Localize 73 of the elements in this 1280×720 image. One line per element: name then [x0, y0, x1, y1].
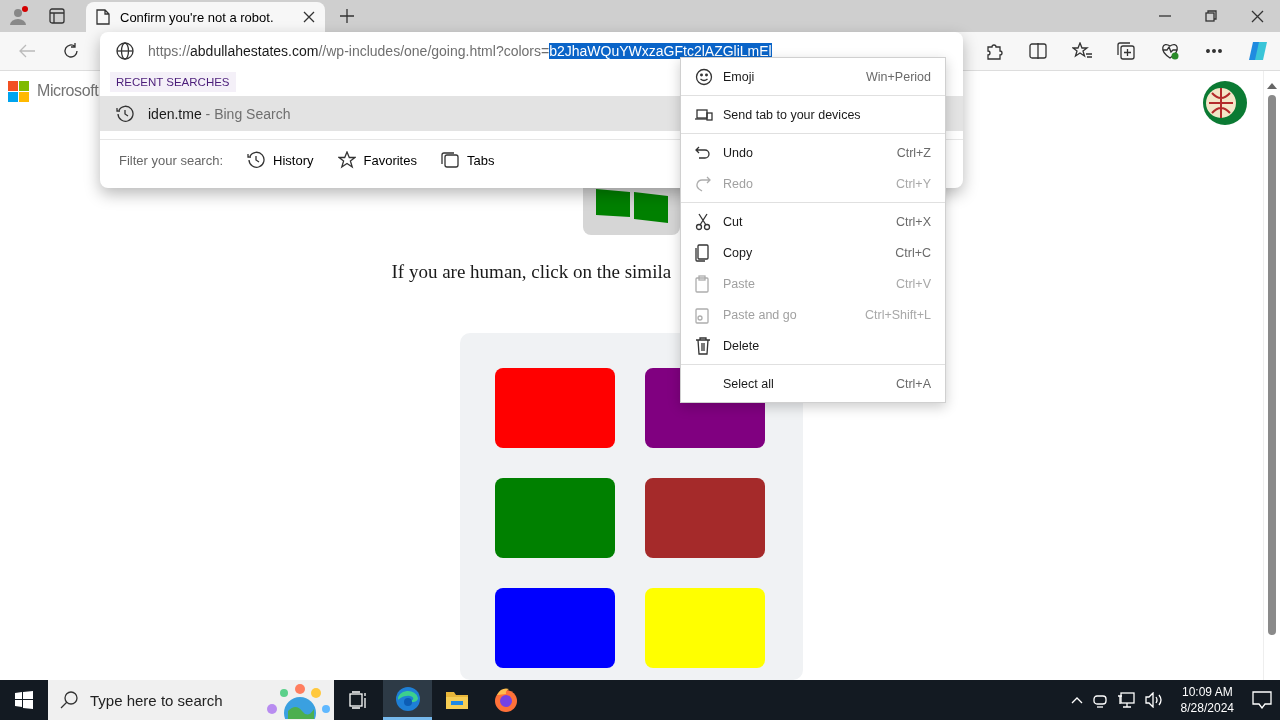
more-icon [1206, 49, 1222, 53]
puzzle-icon [985, 42, 1003, 60]
heart-pulse-icon [1160, 42, 1180, 60]
webcam-icon [1092, 692, 1107, 708]
copilot-icon[interactable] [1247, 40, 1269, 62]
globe-icon [116, 42, 134, 60]
star-list-icon [1072, 42, 1092, 60]
restore-icon [1205, 10, 1217, 22]
network-icon [1116, 692, 1135, 708]
history-icon [116, 104, 134, 123]
folder-icon [444, 689, 469, 711]
windows-logo-icon [595, 189, 668, 223]
trash-icon [695, 336, 711, 355]
close-icon [303, 11, 315, 23]
filter-chip[interactable]: History [247, 151, 314, 169]
logo-icon [8, 80, 29, 102]
menu-item[interactable]: Cut Ctrl+X [681, 206, 945, 237]
star-icon [337, 151, 356, 169]
color-tile[interactable] [645, 588, 765, 668]
section-label: RECENT SEARCHES [110, 72, 236, 92]
address-field[interactable]: https://abdullahestates.com//wp-includes/one/going.html?colors=b2JhaWQuYWxzaGFtc2lAZGliLmEl [148, 43, 772, 59]
tabs-icon [440, 152, 459, 168]
tab-actions-icon [49, 8, 65, 24]
profile-icon[interactable] [8, 5, 30, 27]
search-field[interactable]: Type here to search [88, 690, 252, 710]
chevron-up-icon [1070, 696, 1083, 704]
color-tile[interactable] [645, 478, 765, 558]
taskbar-app[interactable] [383, 680, 432, 720]
menu-item[interactable]: Delete [681, 330, 945, 361]
menu-item[interactable]: Emoji Win+Period [681, 61, 945, 92]
globe-emblem-icon [1203, 81, 1247, 125]
undo-icon [695, 145, 711, 160]
refresh-icon [63, 43, 79, 59]
clipboard-icon [695, 305, 709, 324]
clipboard-icon [695, 274, 709, 293]
search-bar[interactable]: Type here to search [48, 680, 334, 720]
notification-icon [1252, 691, 1272, 709]
logo-text: Microsoft [37, 82, 99, 100]
history-icon [247, 151, 266, 169]
fox-browser-icon [492, 687, 519, 713]
color-tile[interactable] [495, 588, 615, 668]
copy-icon [695, 243, 709, 262]
scissors-icon [695, 212, 711, 231]
new-tab-icon [340, 9, 354, 23]
browser-tab[interactable]: Confirm you're not a robot. [86, 2, 325, 32]
smiley-icon [695, 67, 713, 86]
collections-icon [1117, 42, 1135, 60]
redo-icon [695, 175, 711, 192]
back-icon [19, 44, 35, 58]
clock-time: 10:09 AM [1181, 684, 1233, 700]
menu-item[interactable]: Copy Ctrl+C [681, 237, 945, 268]
speaker-icon [1144, 692, 1163, 708]
menu-item[interactable]: Select all Ctrl+A [681, 368, 945, 399]
split-screen-icon [1029, 43, 1047, 59]
browser-icon [394, 685, 421, 712]
task-view-icon [348, 691, 369, 709]
minimize-icon [1159, 15, 1171, 17]
color-tile[interactable] [495, 368, 615, 448]
filter-chip[interactable]: Favorites [337, 151, 417, 169]
menu-item[interactable]: Undo Ctrl+Z [681, 137, 945, 168]
menu-item[interactable]: Send tab to your devices [681, 99, 945, 130]
color-tile[interactable] [495, 478, 615, 558]
filter-label: Filter your search: [119, 152, 224, 168]
windows-icon [15, 691, 33, 709]
clock-date: 8/28/2024 [1180, 700, 1234, 716]
page-icon [96, 9, 110, 25]
scroll-up-icon [1267, 83, 1277, 89]
scrollbar-thumb[interactable] [1268, 95, 1276, 635]
filter-chip[interactable]: Tabs [440, 152, 495, 168]
instruction-text: If you are human, click on the simila [391, 261, 672, 283]
search-icon [60, 691, 78, 709]
devices-icon [695, 107, 713, 122]
close-icon [1250, 9, 1264, 23]
